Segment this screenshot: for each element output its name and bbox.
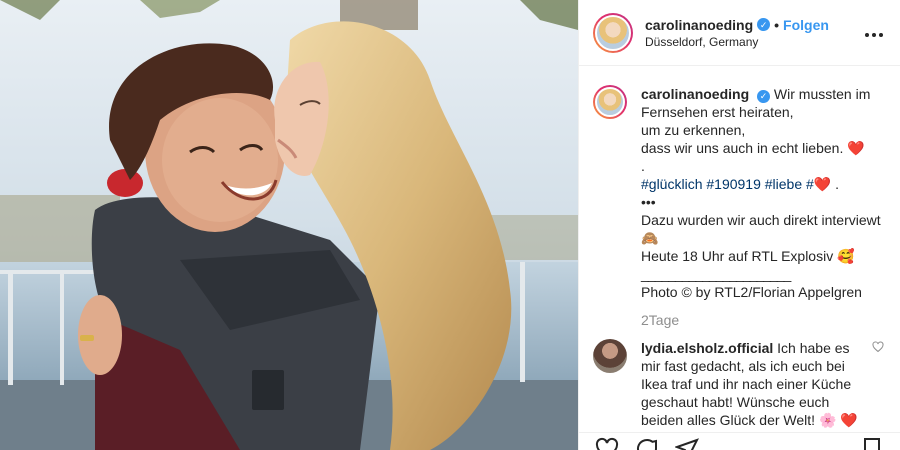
post-timestamp[interactable]: 2Tage — [641, 311, 884, 329]
caption-text: carolinanoeding ✓ Wir mussten im Fernseh… — [641, 85, 884, 329]
caption-line-5: . — [641, 158, 645, 174]
photo-credit: Photo © by RTL2/Florian Appelgren — [641, 284, 862, 300]
verified-badge-icon: ✓ — [757, 18, 771, 31]
more-options-icon[interactable] — [860, 22, 884, 43]
smile-emoji: 🥰 — [837, 248, 855, 264]
caption-row: carolinanoeding ✓ Wir mussten im Fernseh… — [593, 85, 884, 329]
caption-text-line: dass wir uns auch in echt lieben. — [641, 140, 844, 156]
comment-icon[interactable] — [635, 437, 659, 450]
follow-button[interactable]: Folgen — [783, 16, 829, 34]
caption-line-interview: Dazu wurden wir auch direkt interviewt — [641, 212, 881, 228]
heart-emoji: ❤️ — [847, 140, 865, 156]
separator-dot: • — [774, 16, 780, 33]
caption-line-4: dass wir uns auch in echt lieben. ❤️ — [641, 139, 884, 157]
comment-emojis: 🌸 ❤️ — [818, 412, 858, 428]
caption-period: . — [831, 176, 840, 192]
post-sidebar: carolinanoeding ✓ • Folgen Düsseldorf, G… — [578, 0, 900, 450]
commenter-username[interactable]: lydia.elsholz.official — [641, 340, 773, 356]
caption-dots: ••• — [641, 194, 656, 210]
caption-username[interactable]: carolinanoeding — [641, 86, 749, 102]
action-bar — [579, 432, 900, 450]
caption-text-line: Heute 18 Uhr auf RTL Explosiv — [641, 248, 834, 264]
caption-line-1: carolinanoeding ✓ Wir mussten im — [641, 85, 884, 103]
commenter-avatar[interactable] — [593, 339, 627, 373]
header-line: carolinanoeding ✓ • Folgen — [645, 16, 860, 34]
post-header: carolinanoeding ✓ • Folgen Düsseldorf, G… — [579, 0, 900, 66]
post-location[interactable]: Düsseldorf, Germany — [645, 34, 860, 50]
author-avatar[interactable] — [593, 12, 633, 53]
couple-photo-illustration — [0, 0, 578, 450]
post-photo[interactable] — [0, 0, 578, 450]
share-icon[interactable] — [674, 437, 699, 450]
caption-line-2: Fernsehen erst heiraten, — [641, 104, 794, 120]
heart-emoji: ❤️ — [813, 176, 832, 192]
caption-text-line: Wir mussten im — [773, 86, 871, 102]
avatar-image — [595, 87, 625, 117]
caption-rule: ______________________ — [641, 266, 791, 282]
hashtags[interactable]: #glücklich #190919 #liebe # — [641, 176, 814, 192]
heart-icon[interactable] — [595, 437, 619, 450]
monkey-emoji: 🙈 — [641, 230, 659, 246]
caption-avatar[interactable] — [593, 85, 627, 119]
header-text: carolinanoeding ✓ • Folgen Düsseldorf, G… — [645, 16, 860, 50]
comment-item: lydia.elsholz.official Ich habe es mir f… — [593, 339, 884, 429]
hashtags-line[interactable]: #glücklich #190919 #liebe #❤️ . — [641, 175, 884, 193]
comment-body: lydia.elsholz.official Ich habe es mir f… — [641, 339, 864, 429]
comments-area[interactable]: carolinanoeding ✓ Wir mussten im Fernseh… — [579, 67, 900, 432]
instagram-post: carolinanoeding ✓ • Folgen Düsseldorf, G… — [0, 0, 900, 450]
caption-line-3: um zu erkennen, — [641, 122, 746, 138]
verified-badge-icon: ✓ — [757, 89, 771, 103]
caption-line-tv: Heute 18 Uhr auf RTL Explosiv 🥰 — [641, 247, 884, 265]
bookmark-icon[interactable] — [860, 437, 884, 450]
comment-like-heart-icon[interactable] — [864, 339, 884, 356]
author-username[interactable]: carolinanoeding — [645, 16, 753, 34]
avatar-image — [595, 14, 631, 51]
